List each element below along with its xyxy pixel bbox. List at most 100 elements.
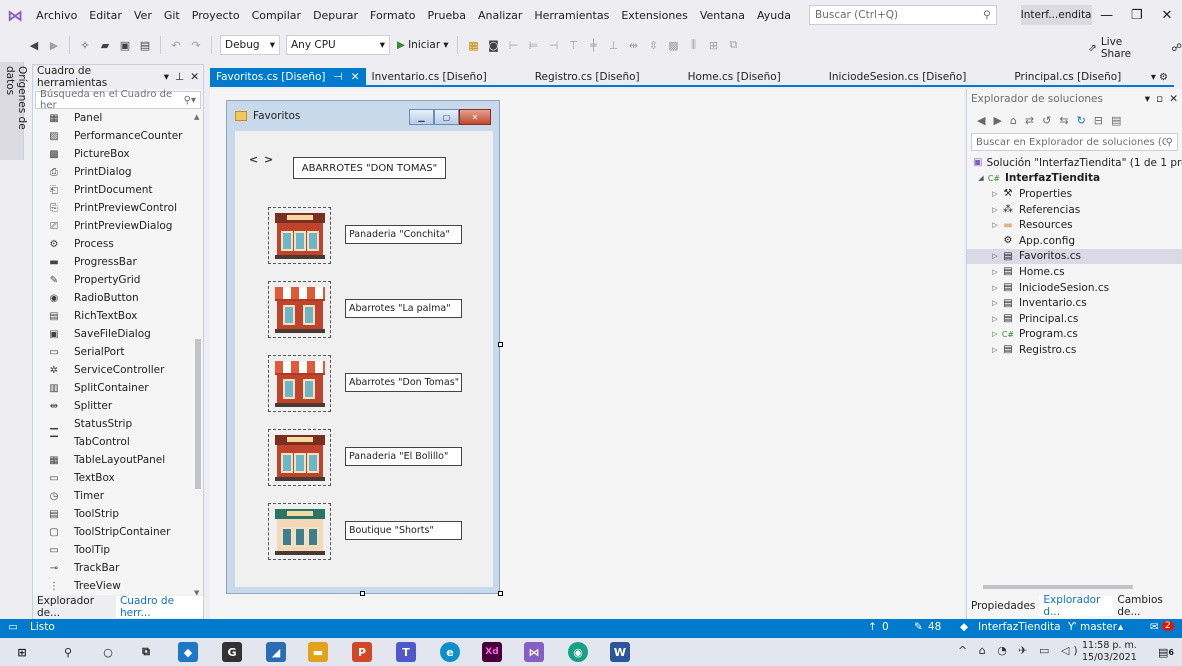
system-tray-icons[interactable]: ^ ⌂ ◔ ✈ ▭ ◁) [958,644,1082,657]
resize-handle-right[interactable] [498,342,503,347]
toolbox-item[interactable]: ▦ Panel [33,109,193,127]
configuration-select[interactable]: Debug ▾ [220,35,280,55]
g-app-icon[interactable]: G [222,642,242,662]
align-center-icon[interactable]: ⊨ [525,37,541,53]
toolbox-item[interactable]: ▩ PictureBox [33,145,193,163]
solution-tree-item[interactable]: ⚙ App.config [967,233,1182,249]
tab-data-sources-explorer[interactable]: Explorador de... [33,595,116,619]
solution-tree-item[interactable]: ▷ ⁂ Referencias [967,202,1182,218]
expand-icon[interactable]: ▷ [989,206,1001,214]
document-tab[interactable]: Favoritos.cs [Diseño] ⊣ ✕ [210,68,366,86]
scrollbar-thumb[interactable] [195,339,201,489]
cortana-icon[interactable]: ○ [98,642,118,662]
menu-item[interactable]: Compilar [246,9,307,22]
toolbox-item[interactable]: ▨ PerformanceCounter [33,127,193,145]
toolbox-item[interactable]: ⎚ PrintPreviewDialog [33,217,193,235]
tab-overflow-icon[interactable]: ▾ ⚙ [1151,72,1174,83]
scrollbar-thumb[interactable] [983,585,1133,589]
form-minimize-icon[interactable]: ▁ [409,109,434,125]
output-icon[interactable]: ▭ [8,621,18,633]
solution-tree-item[interactable]: ▷ ▤ Home.cs [967,264,1182,280]
menu-item[interactable]: Proyecto [186,9,246,22]
hot-reload-icon[interactable]: ▦ [465,37,481,53]
undo-icon[interactable]: ↶ [168,37,184,53]
search-icon[interactable]: ⚲ [58,642,78,662]
chevron-down-icon[interactable]: ▾ [1145,93,1150,105]
feedback-icon[interactable]: ☍ [1171,42,1182,54]
align-bottom-icon[interactable]: ⊥ [605,37,621,53]
solution-explorer-hscroll[interactable] [973,583,1177,591]
tab-toolbox[interactable]: Cuadro de herr... [115,595,203,619]
store-picture-box[interactable] [268,207,331,264]
toolbox-scrollbar[interactable]: ▲ ▼ [193,113,203,599]
repo-name[interactable]: InterfazTiendita [978,621,1061,633]
toolbox-item[interactable]: ⎙ PrintDialog [33,163,193,181]
solution-tree-item[interactable]: ▷ ▤ Principal.cs [967,311,1182,327]
home-icon[interactable]: ⌂ [1010,114,1017,127]
expand-icon[interactable]: ▷ [989,268,1001,276]
center-icon[interactable]: ⊞ [705,37,721,53]
expand-icon[interactable]: ▷ [989,330,1001,338]
toolbox-item[interactable]: ▣ SaveFileDialog [33,325,193,343]
solution-title[interactable]: Interf...endita [1020,5,1092,25]
toolbox-item[interactable]: ⚙ Process [33,235,193,253]
open-file-icon[interactable]: ▰ [97,37,113,53]
store-label[interactable]: Panaderia "Conchita" [345,225,462,244]
bring-front-icon[interactable]: ⧉ [725,37,741,53]
live-share-button[interactable]: ⇗ Live Share ☍ [1088,36,1182,60]
tab-git-changes[interactable]: Cambios de... [1113,594,1182,618]
toolbox-item[interactable]: ◉ RadioButton [33,289,193,307]
resize-handle-corner[interactable] [498,591,503,596]
expand-icon[interactable]: ▷ [989,284,1001,292]
same-height-icon[interactable]: ⇳ [645,37,661,53]
form-maximize-icon[interactable]: ▢ [434,109,459,125]
sync-icon[interactable]: ⇆ [1059,114,1068,127]
document-tab[interactable]: Registro.cs [Diseño] [529,68,646,86]
branch-name[interactable]: master [1080,621,1117,633]
app-icon[interactable]: ◆ [178,642,198,662]
properties-icon[interactable]: ▤ [1111,114,1121,127]
back-icon[interactable]: ◀ [26,37,42,53]
document-tab[interactable]: Home.cs [Diseño] [682,68,787,86]
switch-views-icon[interactable]: ⇄ [1025,114,1034,127]
same-width-icon[interactable]: ⇹ [625,37,641,53]
save-icon[interactable]: ▣ [117,37,133,53]
solution-tree-item[interactable]: ▷ C# Program.cs [967,327,1182,343]
back-icon[interactable]: ◀ [977,114,985,127]
store-picture-box[interactable] [268,355,331,412]
close-tab-icon[interactable]: ✕ [351,71,360,83]
menu-item[interactable]: Prueba [422,9,472,22]
expand-icon[interactable]: ▷ [989,299,1001,307]
tab-solution-explorer[interactable]: Explorador d... [1039,594,1114,618]
solution-tree-item[interactable]: ▷ ⚒ Properties [967,186,1182,202]
visual-studio-icon[interactable]: ⋈ [524,642,544,662]
toolbox-item[interactable]: ✲ ServiceController [33,361,193,379]
menu-item[interactable]: Editar [83,9,128,22]
close-icon[interactable]: ✕ [1169,93,1178,105]
history-icon[interactable]: ↺ [1042,114,1051,127]
scroll-up-icon[interactable]: ▲ [194,113,199,121]
collapse-all-icon[interactable]: ⊟ [1094,114,1103,127]
toolbox-item[interactable]: ▭ TextBox [33,469,193,487]
menu-item[interactable]: Ver [128,9,158,22]
maximize-panel-icon[interactable]: ▫ [1156,93,1163,105]
menu-item[interactable]: Ayuda [751,9,797,22]
align-middle-icon[interactable]: ╪ [585,37,601,53]
document-tab[interactable]: IniciodeSesion.cs [Diseño] [823,68,973,86]
store-label[interactable]: Boutique "Shorts" [345,521,462,540]
toolbox-item[interactable]: ⊸ TrackBar [33,559,193,577]
toolbox-item[interactable]: ◷ Timer [33,487,193,505]
expand-icon[interactable]: ▷ [989,252,1001,260]
up-count[interactable]: 0 [882,621,889,633]
menu-item[interactable]: Formato [364,9,422,22]
solution-node[interactable]: ▣ Solución "InterfazTiendita" (1 de 1 pr… [967,155,1182,171]
menu-item[interactable]: Herramientas [528,9,615,22]
store-picture-box[interactable] [268,503,331,560]
project-node[interactable]: ◢ C# InterfazTiendita [967,171,1182,187]
solution-tree-item[interactable]: ▷ ▤ Inventario.cs [967,295,1182,311]
resize-handle-bottom[interactable] [360,591,365,596]
windows-start-icon[interactable]: ⊞ [12,642,32,662]
clock[interactable]: 11:58 p. m. 15/03/2021 [1082,640,1137,664]
edge-icon[interactable]: e [440,642,460,662]
align-top-icon[interactable]: ⊤ [565,37,581,53]
